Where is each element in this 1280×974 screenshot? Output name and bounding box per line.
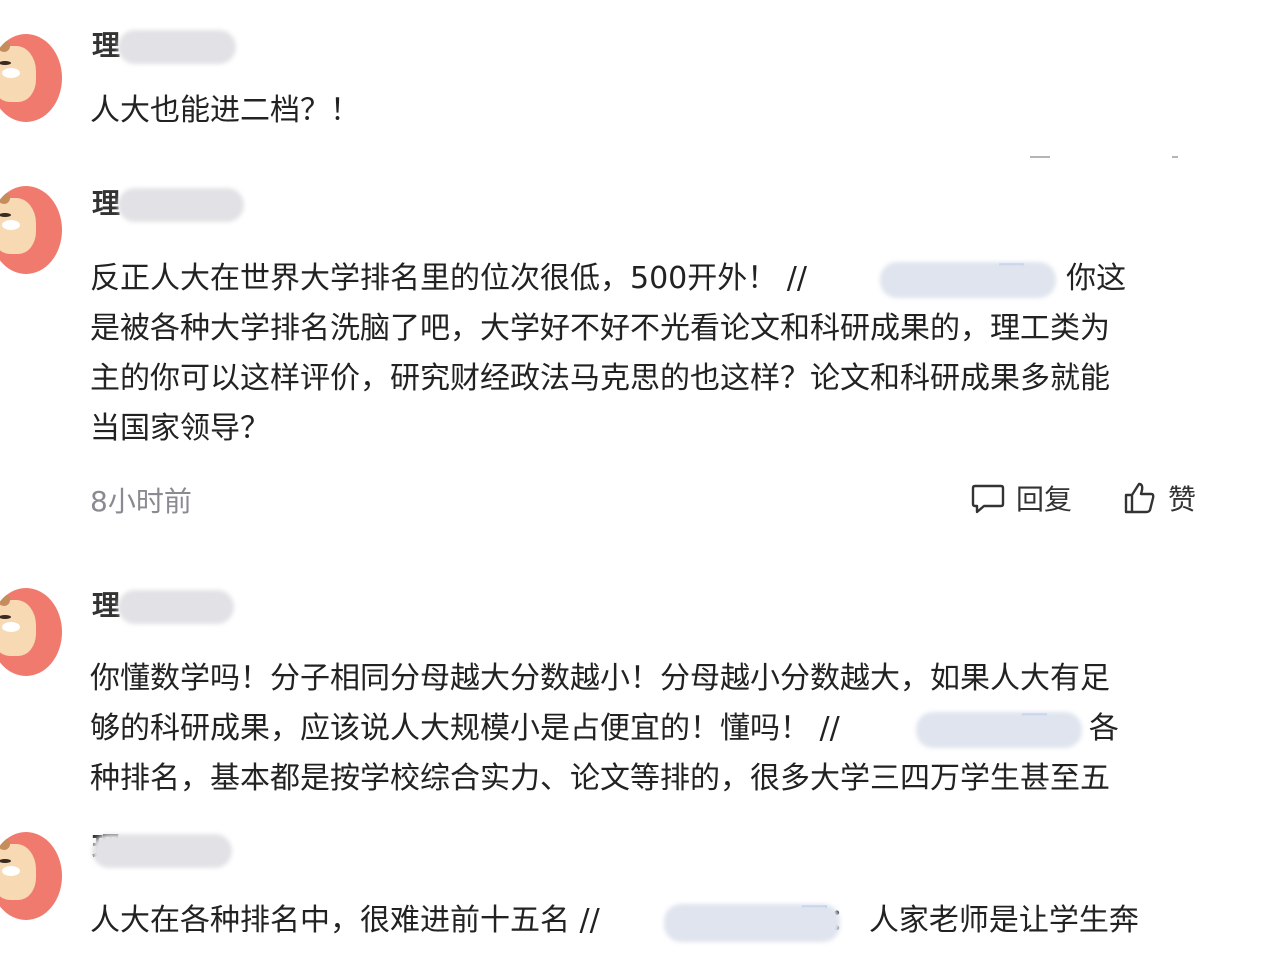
comment-text: 人大在各种排名中，很难进前十五名 // 圈： 人家老师是让学生奔: [90, 896, 1230, 946]
blurred-username: [118, 590, 234, 624]
comment-line: 人大也能进二档？！: [90, 93, 360, 128]
comment-line: 当国家领导？: [90, 411, 270, 446]
like-button[interactable]: 赞: [1122, 478, 1196, 518]
bear-icon: [0, 838, 36, 900]
user-avatar[interactable]: [0, 34, 62, 122]
user-avatar[interactable]: [0, 832, 62, 920]
blurred-mention: [664, 904, 840, 942]
username-prefix: 理: [92, 187, 121, 220]
bear-icon: [0, 594, 36, 656]
divider: [1172, 156, 1178, 158]
thumbs-up-icon: [1124, 482, 1155, 514]
user-avatar[interactable]: [0, 186, 62, 274]
blurred-mention: [916, 712, 1082, 748]
timestamp: 8小时前: [90, 485, 192, 518]
bear-icon: [0, 192, 36, 254]
comment-line: 种排名，基本都是按学校综合实力、论文等排的，很多大学三四万学生甚至五: [90, 761, 1110, 796]
comment-line: 反正人大在世界大学排名里的位次很低，500开外！ // 圈： 你这: [90, 254, 1230, 304]
comment-line: 人大在各种排名中，很难进前十五名 // 圈： 人家老师是让学生奔: [90, 896, 1230, 946]
comment-text: 人大也能进二档？！: [90, 86, 1230, 136]
username[interactable]: 理: [92, 588, 120, 624]
reply-button[interactable]: 回复: [970, 478, 1072, 518]
blurred-username: [118, 30, 236, 64]
reply-label: 回复: [1016, 483, 1073, 516]
comment-segment: 够的科研成果，应该说人大规模小是占便宜的！懂吗！ //: [90, 711, 840, 746]
bear-icon: [0, 40, 36, 102]
username-prefix: 理: [92, 29, 121, 62]
divider: [1030, 156, 1050, 158]
username-prefix: 理: [92, 589, 121, 622]
comment-text: 反正人大在世界大学排名里的位次很低，500开外！ // 圈： 你这 是被各种大学…: [90, 254, 1230, 454]
blurred-username: [92, 834, 232, 868]
username[interactable]: 理: [92, 186, 120, 222]
comment-segment: 人大在各种排名中，很难进前十五名 //: [90, 903, 600, 938]
comment-segment: 反正人大在世界大学排名里的位次很低，500开外！ //: [90, 261, 808, 296]
blurred-mention: [880, 262, 1056, 298]
comment-line: 主的你可以这样评价，研究财经政法马克思的也这样？论文和科研成果多就能: [90, 361, 1110, 396]
comment-line: 是被各种大学排名洗脑了吧，大学好不好不光看论文和科研成果的，理工类为: [90, 311, 1110, 346]
blurred-username: [118, 188, 244, 222]
like-label: 赞: [1168, 483, 1197, 516]
user-avatar[interactable]: [0, 588, 62, 676]
speech-bubble-icon: [971, 484, 1005, 514]
username[interactable]: 理: [92, 28, 120, 64]
comment-segment: ： 人家老师是让学生奔: [829, 903, 1139, 938]
comment-line: 你懂数学吗！分子相同分母越大分数越小！分母越小分数越大，如果人大有足: [90, 661, 1110, 696]
